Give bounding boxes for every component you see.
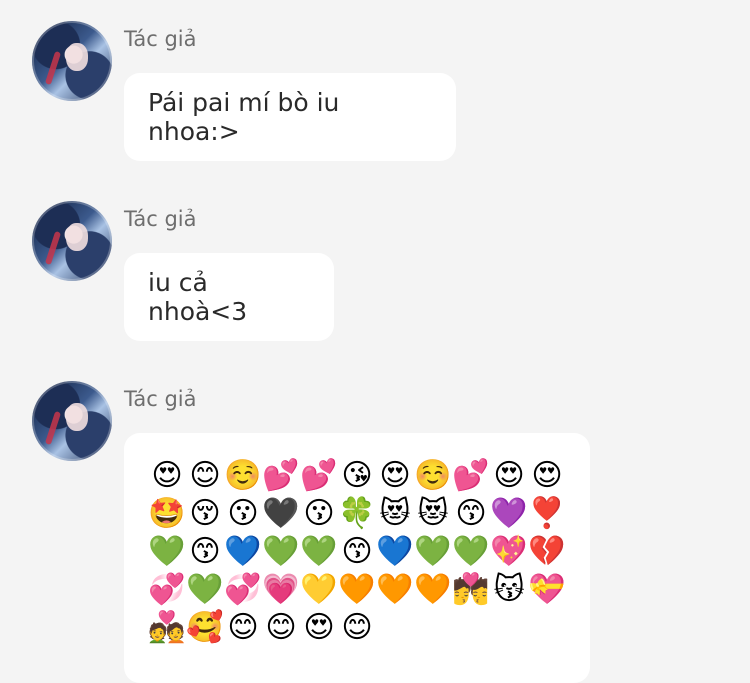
emoji: 🍀 [338,496,376,531]
emoji: 💚 [414,534,452,569]
author-name: Tác giả [124,207,197,231]
emoji-message-bubble: 😍 😊 ☺️ 💕 💕 😘 😍 ☺️ 💕 😍 😍 🤩 😚 😗 🖤 😗 🍀 😻 😻 😙 💜 ❣️ 💚 😙 💙 💚 💚 😙 💙 💚 💚 💖 💔 💞 💚 💞 💗… [124,433,590,683]
emoji: 💕 [452,458,490,493]
emoji: 😊 [189,458,221,493]
emoji: 😍 [379,458,411,493]
message-text: Pái pai mí bò iu nhoa:> [148,88,340,146]
emoji: 💜 [490,496,528,531]
emoji: 😙 [341,534,373,569]
emoji: ☺️ [414,458,452,493]
emoji: 💚 [300,534,338,569]
emoji: 💝 [528,572,566,607]
emoji: 😊 [265,610,297,645]
emoji: 😍 [531,458,563,493]
emoji: 😊 [227,610,259,645]
emoji: 😚 [189,496,221,531]
emoji: 💖 [490,534,528,569]
emoji: 💑 [148,610,186,645]
emoji: 🥰 [186,610,224,645]
emoji: 😍 [493,458,525,493]
emoji: ☺️ [224,458,262,493]
emoji: 💙 [224,534,262,569]
emoji: 💚 [262,534,300,569]
message-text: iu cả nhoà<3 [148,268,248,326]
emoji-grid: 😍 😊 ☺️ 💕 💕 😘 😍 ☺️ 💕 😍 😍 🤩 😚 😗 🖤 😗 🍀 😻 😻 😙 💜 ❣️ 💚 😙 💙 💚 💚 😙 💙 💚 💚 💖 💔 💞 💚 💞 💗… [148,457,568,647]
emoji: 😊 [341,610,373,645]
emoji: 💛 [300,572,338,607]
emoji: 😍 [151,458,183,493]
emoji: 💚 [186,572,224,607]
emoji: 😗 [227,496,259,531]
emoji: 😽 [493,572,525,607]
emoji: 💕 [262,458,300,493]
emoji: 😍 [303,610,335,645]
emoji: 🧡 [414,572,452,607]
emoji: 😻 [417,496,449,531]
emoji: 😘 [341,458,373,493]
author-name: Tác giả [124,387,197,411]
emoji: 💚 [452,534,490,569]
message-bubble: Pái pai mí bò iu nhoa:> [124,73,456,161]
author-avatar[interactable] [32,201,112,281]
emoji: 🧡 [338,572,376,607]
emoji: 🖤 [262,496,300,531]
emoji: ❣️ [528,496,566,531]
emoji: 😻 [379,496,411,531]
author-name: Tác giả [124,27,197,51]
emoji: 💔 [528,534,566,569]
author-avatar[interactable] [32,381,112,461]
emoji: 🤩 [148,496,186,531]
emoji: 💗 [262,572,300,607]
emoji: 💕 [300,458,338,493]
emoji: 😙 [455,496,487,531]
emoji: 😗 [303,496,335,531]
message-bubble: iu cả nhoà<3 [124,253,334,341]
emoji: 💙 [376,534,414,569]
emoji: 😙 [189,534,221,569]
emoji: 💞 [148,572,186,607]
emoji: 💞 [224,572,262,607]
emoji: 💚 [148,534,186,569]
emoji: 💏 [452,572,490,607]
author-avatar[interactable] [32,21,112,101]
emoji: 🧡 [376,572,414,607]
